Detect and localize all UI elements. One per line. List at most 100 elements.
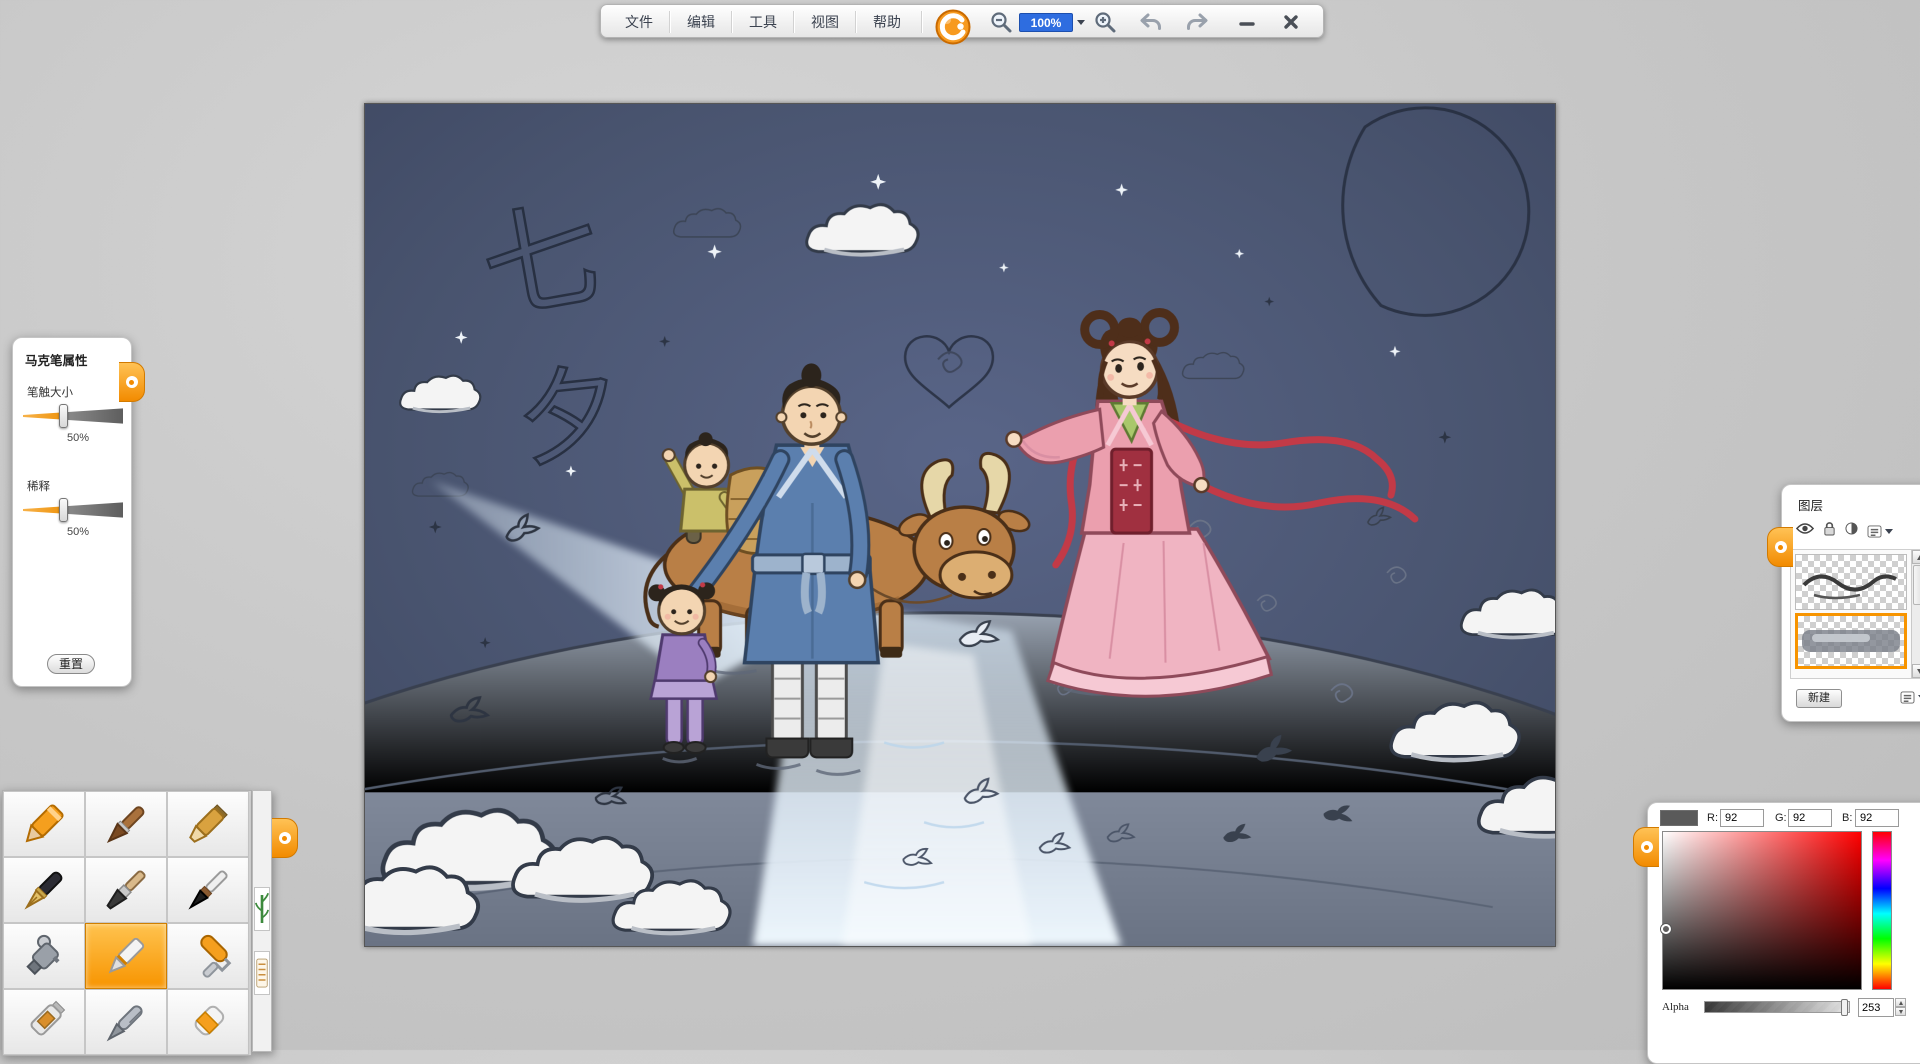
alpha-value-box bbox=[1858, 998, 1906, 1017]
blue-label: B: bbox=[1842, 812, 1852, 824]
tab-logo-icon bbox=[1775, 541, 1787, 553]
layer-options-button[interactable] bbox=[1900, 691, 1920, 704]
layer-menu-button[interactable] bbox=[1867, 525, 1893, 538]
ink-brush-icon bbox=[180, 862, 236, 918]
padlock-icon bbox=[1823, 521, 1836, 536]
layer-thumbnail bbox=[1796, 555, 1906, 609]
tool-metal-pen-button[interactable] bbox=[85, 989, 167, 1055]
crayon-icon bbox=[16, 796, 72, 852]
bamboo-tool-button[interactable] bbox=[254, 887, 270, 931]
drawing-canvas[interactable]: 七 夕 bbox=[364, 103, 1556, 947]
marker-panel-collapse-tab[interactable] bbox=[119, 362, 145, 402]
divider bbox=[855, 11, 856, 33]
layer-list bbox=[1790, 549, 1920, 679]
color-panel-collapse-tab[interactable] bbox=[1633, 827, 1659, 867]
tool-gold-marker-button[interactable] bbox=[167, 791, 249, 857]
menu-help[interactable]: 帮助 bbox=[857, 8, 917, 36]
gold-marker-icon bbox=[180, 796, 236, 852]
fountain-pen-icon bbox=[16, 862, 72, 918]
tool-wood-pen-button[interactable] bbox=[85, 791, 167, 857]
alpha-increment-button[interactable] bbox=[1895, 998, 1906, 1007]
current-color-swatch bbox=[1660, 810, 1698, 826]
brush-size-value: 50% bbox=[67, 432, 89, 444]
tool-eraser-button[interactable] bbox=[167, 989, 249, 1055]
scrollbar-thumb[interactable] bbox=[1913, 565, 1920, 605]
dilution-slider[interactable] bbox=[23, 502, 123, 518]
layer-blend-button[interactable] bbox=[1845, 522, 1858, 540]
list-menu-icon bbox=[1867, 525, 1882, 538]
brush-size-thumb[interactable] bbox=[59, 404, 68, 428]
scroll-down-button[interactable] bbox=[1912, 664, 1920, 678]
new-layer-button[interactable]: 新建 bbox=[1796, 689, 1842, 708]
app-logo-icon[interactable] bbox=[931, 4, 975, 48]
eraser-icon bbox=[180, 994, 236, 1050]
color-marker[interactable] bbox=[1661, 924, 1671, 934]
layer-lock-button[interactable] bbox=[1823, 521, 1836, 541]
scroll-up-button[interactable] bbox=[1912, 550, 1920, 564]
divider bbox=[669, 11, 670, 33]
zoom-in-button[interactable] bbox=[1091, 9, 1119, 35]
tool-fountain-pen-button[interactable] bbox=[3, 857, 85, 923]
minimize-button[interactable] bbox=[1233, 9, 1261, 35]
tab-logo-icon bbox=[1641, 841, 1653, 853]
tool-ink-brush-button[interactable] bbox=[167, 857, 249, 923]
scroll-tool-button[interactable] bbox=[254, 951, 270, 995]
menu-file[interactable]: 文件 bbox=[609, 8, 669, 36]
layer-row-sketch[interactable] bbox=[1795, 554, 1907, 610]
divider bbox=[793, 11, 794, 33]
red-input[interactable] bbox=[1720, 809, 1764, 827]
zoom-dropdown-icon[interactable] bbox=[1077, 20, 1085, 25]
layer-scrollbar[interactable] bbox=[1911, 550, 1920, 678]
bamboo-icon bbox=[255, 890, 269, 928]
brush-size-slider[interactable] bbox=[23, 408, 123, 424]
dilution-value: 50% bbox=[67, 526, 89, 538]
palette-side-strip bbox=[252, 790, 272, 1052]
close-button[interactable] bbox=[1277, 9, 1305, 35]
magnifier-minus-icon bbox=[989, 10, 1013, 34]
dilution-label: 稀释 bbox=[27, 478, 50, 494]
saturation-value-square[interactable] bbox=[1662, 831, 1862, 990]
dilution-thumb[interactable] bbox=[59, 498, 68, 522]
brush-size-track[interactable] bbox=[23, 408, 123, 424]
arrow-down-icon bbox=[1899, 1010, 1903, 1014]
reset-button[interactable]: 重置 bbox=[47, 654, 95, 674]
zoom-level-input[interactable] bbox=[1019, 13, 1073, 32]
color-picker-panel: R: G: B: Alpha bbox=[1647, 802, 1920, 1064]
layers-panel-collapse-tab[interactable] bbox=[1767, 527, 1793, 567]
half-circle-icon bbox=[1845, 522, 1858, 535]
tool-paint-roller-button[interactable] bbox=[167, 923, 249, 989]
tool-paint-tube-button[interactable] bbox=[3, 989, 85, 1055]
divider bbox=[921, 11, 922, 33]
redo-button[interactable] bbox=[1183, 9, 1211, 35]
layer-row-paint-selected[interactable] bbox=[1795, 613, 1907, 669]
palette-collapse-tab[interactable] bbox=[272, 818, 298, 858]
zoom-out-button[interactable] bbox=[987, 9, 1015, 35]
list-menu-icon bbox=[1900, 691, 1915, 704]
tool-crayon-button[interactable] bbox=[3, 791, 85, 857]
alpha-decrement-button[interactable] bbox=[1895, 1007, 1906, 1016]
layer-visibility-button[interactable] bbox=[1796, 522, 1814, 540]
menu-edit[interactable]: 编辑 bbox=[671, 8, 731, 36]
blue-input[interactable] bbox=[1855, 809, 1899, 827]
canvas-artwork: 七 夕 bbox=[365, 104, 1555, 946]
divider bbox=[731, 11, 732, 33]
undo-button[interactable] bbox=[1137, 9, 1165, 35]
brush-size-label: 笔触大小 bbox=[27, 384, 73, 400]
tool-paint-brush-button[interactable] bbox=[85, 857, 167, 923]
green-input[interactable] bbox=[1788, 809, 1832, 827]
alpha-thumb[interactable] bbox=[1841, 999, 1848, 1016]
airbrush-icon bbox=[16, 928, 72, 984]
tool-airbrush-button[interactable] bbox=[3, 923, 85, 989]
menu-view[interactable]: 视图 bbox=[795, 8, 855, 36]
menu-tools[interactable]: 工具 bbox=[733, 8, 793, 36]
arrow-up-icon bbox=[1917, 555, 1920, 560]
dilution-track[interactable] bbox=[23, 502, 123, 518]
hue-strip[interactable] bbox=[1872, 831, 1892, 990]
alpha-input[interactable] bbox=[1858, 998, 1894, 1017]
layers-panel: 图层 bbox=[1781, 484, 1920, 722]
alpha-slider[interactable] bbox=[1704, 1001, 1850, 1013]
sketch-char-qi: 七 bbox=[472, 184, 612, 339]
marker-icon bbox=[98, 928, 154, 984]
magnifier-plus-icon bbox=[1093, 10, 1117, 34]
tool-marker-button-selected[interactable] bbox=[85, 923, 167, 989]
